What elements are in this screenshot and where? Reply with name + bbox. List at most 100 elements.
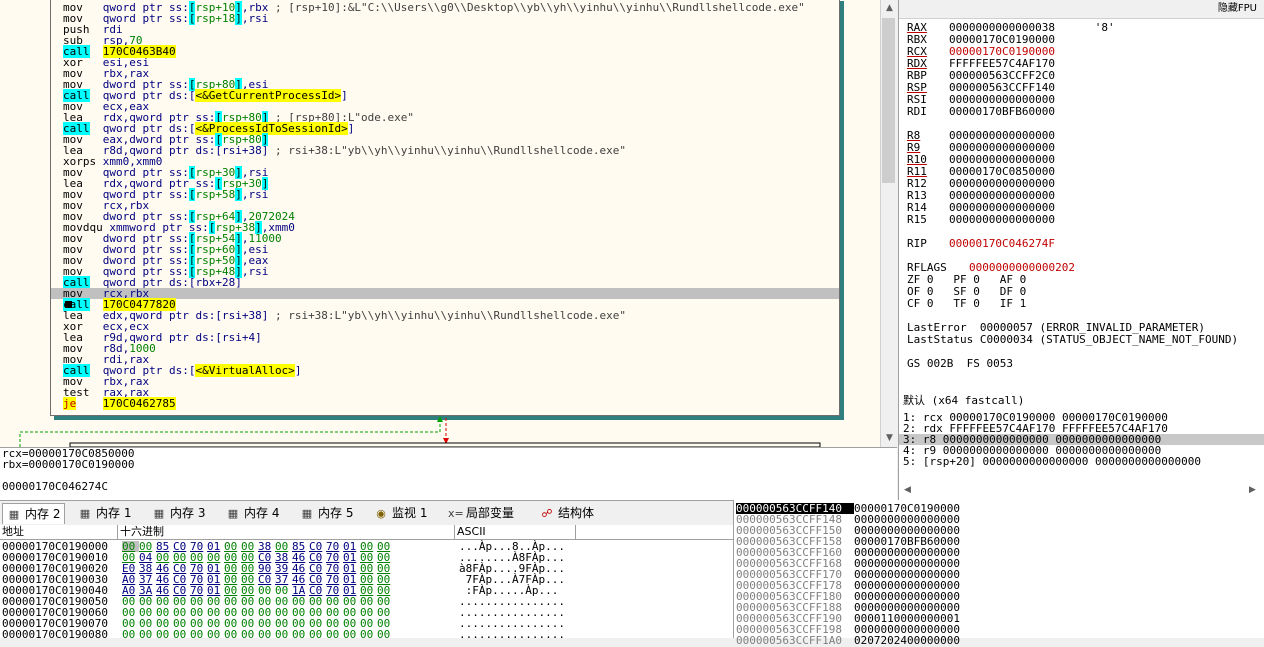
operand-part: rsp+58 <box>195 188 236 201</box>
flags-row[interactable]: CF 0 TF 0 IF 1 <box>907 298 1026 310</box>
operand-part: ,rsi <box>241 265 269 278</box>
args-scroll-up-icon[interactable] <box>897 410 914 427</box>
hex-byte[interactable]: 00 <box>360 629 377 640</box>
operand-part: ] <box>235 12 242 25</box>
operand-part: ] <box>235 188 242 201</box>
info-line-4: 00000170C046274C <box>2 480 108 493</box>
operand: qword ptr ss:[rsp+18],rsi <box>103 12 269 25</box>
tab-内存-5[interactable]: ▦ 内存 5 <box>296 503 357 523</box>
stack-value[interactable]: 0207202400000000 <box>854 634 960 647</box>
memory-icon: ▦ <box>8 508 20 521</box>
register-rip[interactable]: RIP 00000170C046274F <box>907 238 1055 250</box>
hex-byte[interactable]: 00 <box>207 629 224 640</box>
graph-edge-lines <box>19 416 821 447</box>
register-row[interactable]: RDI 00000170BFB60000 <box>907 106 1055 118</box>
tab-label: 内存 3 <box>170 506 206 520</box>
operand-part: ,rsi <box>241 12 269 25</box>
registers-panel[interactable]: 隐藏FPU RAX 0000000000000038 '8' RBX 00000170… <box>898 0 1264 392</box>
scroll-up-arrow-icon[interactable]: ▲ <box>881 0 898 17</box>
watch-icon: ◉ <box>376 507 386 520</box>
graph-view[interactable]: 00000170C046276Dmov qword ptr ss:[rsp+10… <box>0 0 880 447</box>
tab-内存-1[interactable]: ▦ 内存 1 <box>74 503 135 523</box>
operand-part: <&VirtualAlloc> <box>195 364 295 377</box>
hex-byte[interactable]: 00 <box>258 629 275 640</box>
mnemonic: je <box>63 397 77 410</box>
memory-icon: ▦ <box>301 507 313 520</box>
scroll-down-arrow-icon[interactable]: ▼ <box>881 430 898 447</box>
tab-label: 内存 5 <box>318 506 354 520</box>
memory-icon: ▦ <box>227 507 239 520</box>
tab-label: 内存 1 <box>96 506 132 520</box>
register-name: RIP <box>907 237 927 250</box>
tab-结构体[interactable]: ☍ 结构体 <box>536 503 598 523</box>
register-name: R15 <box>907 213 927 226</box>
hex-byte[interactable]: 00 <box>343 629 360 640</box>
tab-label: 局部变量 <box>466 506 515 520</box>
argument-row[interactable]: 5: [rsp+20] 0000000000000000 00000000000… <box>903 456 1201 467</box>
hex-byte[interactable]: 00 <box>377 629 394 640</box>
stack-address[interactable]: 000000563CCFF1A0 <box>736 635 854 646</box>
memory-dump[interactable]: 地址 十六进制 ASCII 00000170C0190000 00 00 85 C0 70… <box>0 525 733 640</box>
hex-byte[interactable]: 00 <box>241 629 258 640</box>
registers-header: 隐藏FPU <box>899 0 1264 19</box>
hex-byte[interactable]: 00 <box>173 629 190 640</box>
operand-part: ] <box>347 122 355 135</box>
hex-byte[interactable]: 00 <box>326 629 343 640</box>
dump-col-address[interactable]: 地址 <box>0 525 118 539</box>
tab-内存-2[interactable]: ▦ 内存 2 <box>2 503 66 524</box>
hex-byte[interactable]: 00 <box>156 629 173 640</box>
struct-icon: ☍ <box>541 507 553 520</box>
hex-byte[interactable]: 00 <box>139 629 156 640</box>
tab-内存-4[interactable]: ▦ 内存 4 <box>222 503 283 523</box>
hex-byte[interactable]: 00 <box>190 629 207 640</box>
register-name: RDI <box>907 105 927 118</box>
operand: 170C0462785 <box>102 397 176 410</box>
operand-part: ] <box>294 364 302 377</box>
arguments-panel[interactable]: 1: rcx 00000170C0190000 00000170C0190000… <box>898 410 1264 500</box>
hex-byte[interactable]: 00 <box>275 629 292 640</box>
dump-col-ascii[interactable]: ASCII <box>455 525 576 539</box>
args-scroll-right-icon[interactable]: ▶ <box>1244 482 1261 499</box>
graph-scroll-thumb[interactable] <box>882 18 895 183</box>
dump-header: 地址 十六进制 ASCII <box>0 525 733 540</box>
tab-内存-3[interactable]: ▦ 内存 3 <box>148 503 209 523</box>
tab-监视-1[interactable]: ◉ 监视 1 <box>370 503 431 523</box>
info-panel: rcx=00000170C0850000 rbx=00000170C019000… <box>0 447 897 500</box>
hex-byte[interactable]: 00 <box>309 629 326 640</box>
register-value[interactable]: 0000000000000000 <box>949 213 1055 226</box>
stack-view[interactable]: 000000563CCFF140 00000170C0190000 00000056… <box>733 500 1264 646</box>
memory-tab-bar[interactable]: ▦ 内存 2 ▦ 内存 1 ▦ 内存 3 ▦ 内存 4 ▦ 内存 5 ◉ 监视 1 x= 局部变量 ☍ 结构体 <box>0 500 733 526</box>
register-value[interactable]: 00000170BFB60000 <box>949 105 1055 118</box>
segment-registers[interactable]: GS 002B FS 0053 <box>907 358 1013 370</box>
hex-byte[interactable]: 00 <box>292 629 309 640</box>
dump-hex[interactable]: 00 00 00 00 00 00 00 00 00 00 00 00 00 00 00 00 <box>122 629 394 640</box>
hex-byte[interactable]: 00 <box>224 629 241 640</box>
graph-node[interactable]: 00000170C046276Dmov qword ptr ss:[rsp+10… <box>50 0 840 416</box>
comment: ; rsi+38:L"yb\\yh\\yinhu\\yinhu\\Rundlls… <box>268 144 626 157</box>
instruction-line[interactable]: je 170C0462785 <box>63 397 176 410</box>
calling-convention-title[interactable]: 默认 (x64 fastcall) <box>898 392 1264 411</box>
breakpoint-marker-icon[interactable] <box>65 301 72 308</box>
dump-ascii[interactable]: ................ <box>459 629 565 640</box>
memory-icon: ▦ <box>79 507 91 520</box>
info-line-3 <box>0 470 897 481</box>
stack-row[interactable]: 000000563CCFF1A0 0207202400000000 <box>736 635 960 646</box>
operand-part: <&GetCurrentProcessId> <box>195 89 342 102</box>
register-char: '8' <box>1054 21 1115 34</box>
dump-address[interactable]: 00000170C0190080 <box>2 629 108 640</box>
operand-part: rsp+18 <box>195 12 236 25</box>
memory-icon: ▦ <box>153 507 165 520</box>
args-scroll-left-icon[interactable]: ◀ <box>899 482 916 499</box>
tab-label: 内存 2 <box>25 507 61 521</box>
last-status[interactable]: LastStatus C0000034 (STATUS_OBJECT_NAME_… <box>907 334 1238 346</box>
calling-convention-label: 默认 (x64 fastcall) <box>903 394 1025 407</box>
dump-col-hex[interactable]: 十六进制 <box>118 525 455 539</box>
locals-icon: x= <box>448 507 464 520</box>
operand-part: 170C0462785 <box>102 397 176 410</box>
hide-fpu-button[interactable]: 隐藏FPU <box>1218 3 1264 14</box>
tab-局部变量[interactable]: x= 局部变量 <box>444 503 518 523</box>
register-row[interactable]: R15 0000000000000000 <box>907 214 1055 226</box>
register-value[interactable]: 00000170C046274F <box>949 237 1055 250</box>
hex-byte[interactable]: 00 <box>122 629 139 640</box>
tab-label: 内存 4 <box>244 506 280 520</box>
